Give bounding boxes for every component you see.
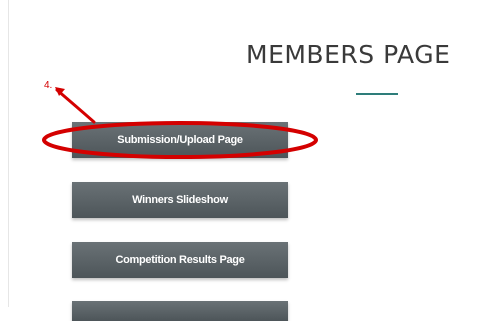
page-title: MEMBERS PAGE	[246, 40, 451, 69]
partial-nav-button[interactable]	[72, 301, 288, 321]
page-left-border	[8, 0, 9, 307]
annotation-arrow	[55, 87, 96, 124]
annotation-step-number: 4.	[44, 80, 53, 91]
competition-results-page-button[interactable]: Competition Results Page	[72, 242, 288, 278]
submission-upload-page-button[interactable]: Submission/Upload Page	[72, 122, 288, 158]
title-underline	[356, 93, 398, 95]
winners-slideshow-button[interactable]: Winners Slideshow	[72, 182, 288, 218]
